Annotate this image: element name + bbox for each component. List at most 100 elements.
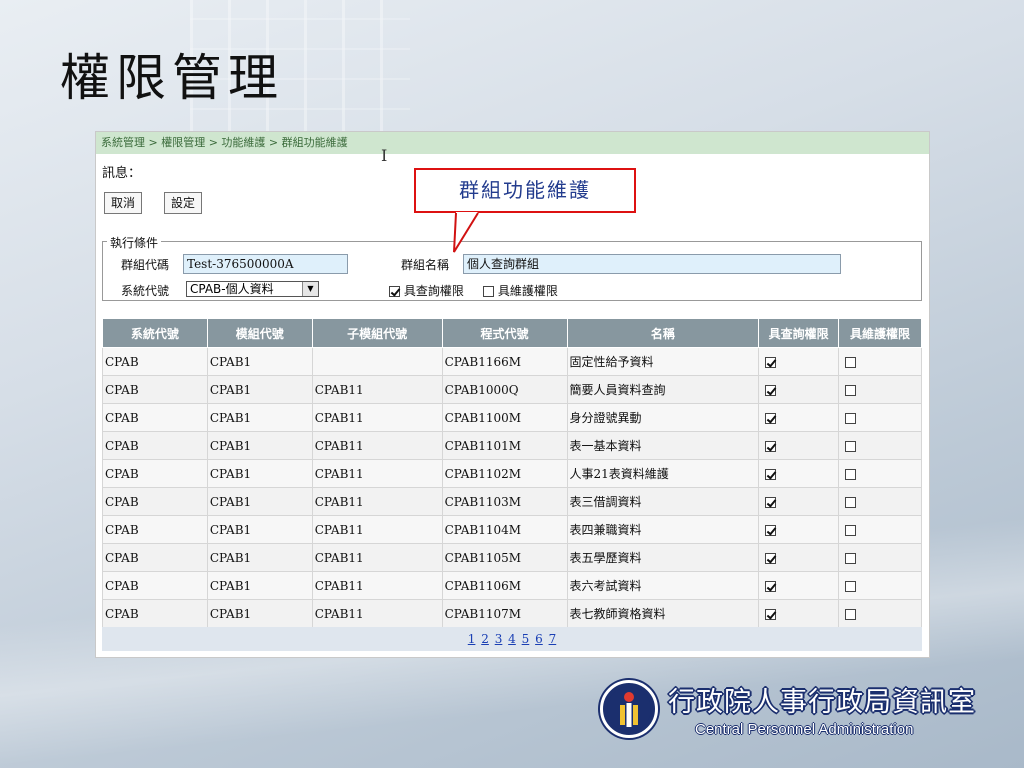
- cell-query-perm: [758, 347, 840, 376]
- cell-program-code: CPAB1107M: [441, 599, 568, 628]
- table-row[interactable]: CPAB CPAB1 CPAB11 CPAB1105M 表五學歷資料: [102, 543, 922, 572]
- table-row[interactable]: CPAB CPAB1 CPAB11 CPAB1104M 表四兼職資料: [102, 515, 922, 544]
- table-row[interactable]: CPAB CPAB1 CPAB1166M 固定性給予資料: [102, 347, 922, 376]
- table-row[interactable]: CPAB CPAB1 CPAB11 CPAB1103M 表三借調資料: [102, 487, 922, 516]
- checkbox-checked-icon[interactable]: [765, 496, 777, 508]
- checkbox-unchecked-icon[interactable]: [845, 468, 857, 480]
- cell-module-code: CPAB1: [206, 487, 313, 516]
- page-link[interactable]: 2: [481, 632, 489, 646]
- table-row[interactable]: CPAB CPAB1 CPAB11 CPAB1000Q 簡要人員資料查詢: [102, 375, 922, 404]
- table-row[interactable]: CPAB CPAB1 CPAB11 CPAB1106M 表六考試資料: [102, 571, 922, 600]
- cell-program-code: CPAB1100M: [441, 403, 568, 432]
- query-perm-checkbox[interactable]: 具查詢權限: [389, 282, 464, 299]
- checkbox-checked-icon[interactable]: [765, 468, 777, 480]
- system-code-value: CPAB-個人資料: [190, 282, 274, 296]
- checkbox-checked-icon[interactable]: [765, 356, 777, 368]
- checkbox-unchecked-icon[interactable]: [845, 580, 857, 592]
- cell-module-code: CPAB1: [206, 347, 313, 376]
- checkbox-checked-icon[interactable]: [765, 608, 777, 620]
- message-label: 訊息：: [102, 166, 142, 181]
- cell-module-code: CPAB1: [206, 571, 313, 600]
- cell-system-code: CPAB: [102, 403, 208, 432]
- col-query-perm[interactable]: 具查詢權限: [758, 318, 840, 348]
- cell-program-code: CPAB1103M: [441, 487, 568, 516]
- group-name-input[interactable]: 個人查詢群組: [463, 254, 841, 274]
- emblem-graphic: [607, 687, 651, 731]
- cell-query-perm: [758, 515, 840, 544]
- group-code-input[interactable]: Test-376500000A: [183, 254, 348, 274]
- table-row[interactable]: CPAB CPAB1 CPAB11 CPAB1107M 表七教師資格資料: [102, 599, 922, 628]
- page-link[interactable]: 7: [549, 632, 557, 646]
- cell-name: 表一基本資料: [566, 431, 760, 460]
- group-name-label: 群組名稱: [401, 258, 450, 272]
- cell-submodule-code: CPAB11: [311, 571, 443, 600]
- checkbox-checked-icon[interactable]: [765, 552, 777, 564]
- chevron-down-icon[interactable]: ▼: [302, 282, 318, 296]
- col-system-code[interactable]: 系統代號: [102, 318, 208, 348]
- checkbox-unchecked-icon[interactable]: [845, 356, 857, 368]
- cell-query-perm: [758, 431, 840, 460]
- cell-system-code: CPAB: [102, 515, 208, 544]
- checkbox-checked-icon[interactable]: [765, 524, 777, 536]
- cancel-button[interactable]: 取消: [104, 192, 143, 214]
- cell-name: 表七教師資格資料: [566, 599, 760, 628]
- table-row[interactable]: CPAB CPAB1 CPAB11 CPAB1101M 表一基本資料: [102, 431, 922, 460]
- table-row[interactable]: CPAB CPAB1 CPAB11 CPAB1102M 人事21表資料維護: [102, 459, 922, 488]
- col-submodule-code[interactable]: 子模組代號: [311, 318, 443, 348]
- checkbox-unchecked-icon[interactable]: [845, 552, 857, 564]
- cell-query-perm: [758, 487, 840, 516]
- cell-submodule-code: CPAB11: [311, 431, 443, 460]
- page-link[interactable]: 3: [495, 632, 503, 646]
- cell-system-code: CPAB: [102, 571, 208, 600]
- col-program-code[interactable]: 程式代號: [441, 318, 568, 348]
- table-row[interactable]: CPAB CPAB1 CPAB11 CPAB1100M 身分證號異動: [102, 403, 922, 432]
- col-maintain-perm[interactable]: 具維護權限: [838, 318, 922, 348]
- cell-name: 表四兼職資料: [566, 515, 760, 544]
- cell-program-code: CPAB1102M: [441, 459, 568, 488]
- cell-query-perm: [758, 543, 840, 572]
- callout-tail: [453, 212, 479, 253]
- checkbox-checked-icon[interactable]: [765, 580, 777, 592]
- cell-module-code: CPAB1: [206, 375, 313, 404]
- cell-query-perm: [758, 403, 840, 432]
- checkbox-checked-icon[interactable]: [389, 286, 400, 297]
- cell-maintain-perm: [838, 403, 922, 432]
- cell-program-code: CPAB1104M: [441, 515, 568, 544]
- checkbox-unchecked-icon[interactable]: [845, 524, 857, 536]
- col-name[interactable]: 名稱: [566, 318, 760, 348]
- cell-submodule-code: CPAB11: [311, 375, 443, 404]
- cell-module-code: CPAB1: [206, 403, 313, 432]
- checkbox-unchecked-icon[interactable]: [845, 384, 857, 396]
- checkbox-checked-icon[interactable]: [765, 412, 777, 424]
- page-link[interactable]: 4: [508, 632, 516, 646]
- cell-system-code: CPAB: [102, 459, 208, 488]
- cell-name: 固定性給予資料: [566, 347, 760, 376]
- pagination: 1 2 3 4 5 6 7: [102, 627, 922, 651]
- maintain-perm-checkbox[interactable]: 具維護權限: [483, 282, 558, 299]
- checkbox-checked-icon[interactable]: [765, 384, 777, 396]
- cell-name: 表六考試資料: [566, 571, 760, 600]
- checkbox-unchecked-icon[interactable]: [845, 412, 857, 424]
- checkbox-unchecked-icon[interactable]: [845, 440, 857, 452]
- cell-submodule-code: CPAB11: [311, 459, 443, 488]
- checkbox-checked-icon[interactable]: [765, 440, 777, 452]
- page-link[interactable]: 6: [535, 632, 543, 646]
- cell-maintain-perm: [838, 543, 922, 572]
- checkbox-unchecked-icon[interactable]: [483, 286, 494, 297]
- checkbox-unchecked-icon[interactable]: [845, 496, 857, 508]
- set-button[interactable]: 設定: [164, 192, 203, 214]
- cell-system-code: CPAB: [102, 543, 208, 572]
- page-link[interactable]: 5: [522, 632, 530, 646]
- page-link[interactable]: 1: [468, 632, 476, 646]
- checkbox-unchecked-icon[interactable]: [845, 608, 857, 620]
- group-code-label: 群組代碼: [121, 258, 170, 272]
- function-table: 系統代號 模組代號 子模組代號 程式代號 名稱 具查詢權限 具維護權限 CPAB…: [102, 318, 922, 628]
- cell-query-perm: [758, 375, 840, 404]
- system-code-select[interactable]: CPAB-個人資料 ▼: [186, 281, 319, 297]
- conditions-legend: 執行條件: [107, 234, 162, 251]
- col-module-code[interactable]: 模組代號: [206, 318, 313, 348]
- cell-maintain-perm: [838, 515, 922, 544]
- cell-query-perm: [758, 599, 840, 628]
- cell-maintain-perm: [838, 571, 922, 600]
- cell-program-code: CPAB1000Q: [441, 375, 568, 404]
